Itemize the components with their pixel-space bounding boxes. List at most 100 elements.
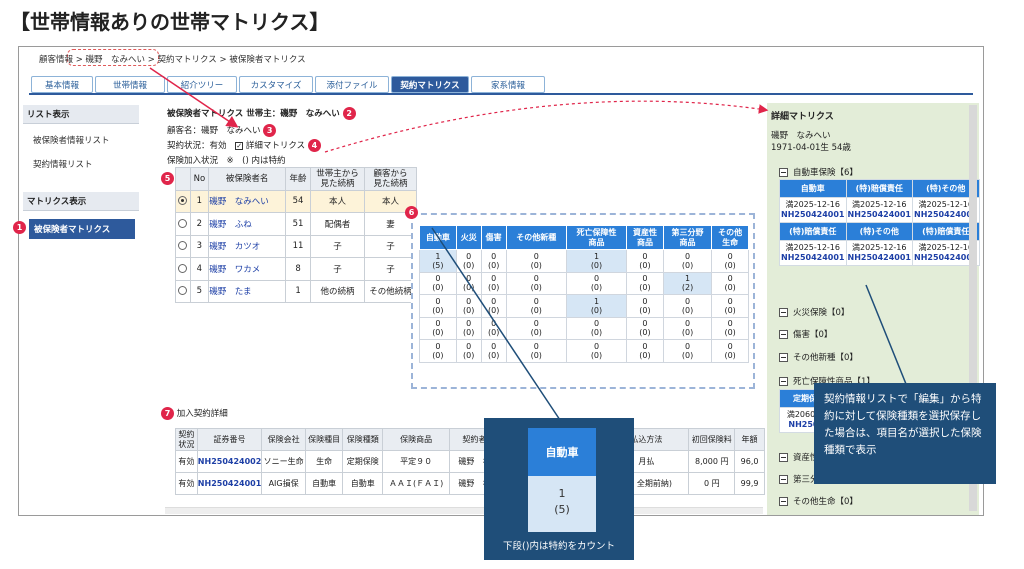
section-injury[interactable]: 傷害【0】 <box>779 328 832 340</box>
insured-name[interactable]: 磯野 ふね <box>208 212 287 236</box>
insured-row[interactable]: 1 磯野 なみへい 54 本人 本人 <box>175 189 417 213</box>
matrix-cell[interactable]: 0 (0) <box>662 339 713 363</box>
insured-name[interactable]: 磯野 なみへい <box>208 189 287 213</box>
matrix-cell[interactable]: 1 (2) <box>662 271 713 295</box>
matrix-cell[interactable]: 0 (0) <box>565 339 628 363</box>
radio-button[interactable] <box>178 241 188 251</box>
collapse-icon[interactable] <box>779 330 788 339</box>
row-radio[interactable] <box>175 257 191 281</box>
matrix-cell[interactable]: 0 (0) <box>662 294 713 318</box>
collapse-icon[interactable] <box>779 168 788 177</box>
detail-cell[interactable]: NH250424001 <box>196 472 263 495</box>
matrix-cell[interactable]: 0 (0) <box>455 339 482 363</box>
collapse-icon[interactable] <box>779 377 788 386</box>
matrix-cell[interactable]: 0 (0) <box>505 339 567 363</box>
detail-matrix-checkbox[interactable]: ✓ <box>235 141 244 150</box>
section-third[interactable]: 第三分 <box>779 473 819 485</box>
matrix-cell[interactable]: 0 (0) <box>419 316 457 340</box>
matrix-cell[interactable]: 1 (0) <box>565 294 628 318</box>
auto-grid-value[interactable]: 満2025-12-16 NH250424001 <box>779 240 847 266</box>
sidebar-item-insured-list[interactable]: 被保険者情報リスト <box>33 134 149 146</box>
sidebar-item-insured-matrix[interactable]: 被保険者マトリクス <box>29 219 135 239</box>
matrix-cell[interactable]: 0 (0) <box>662 316 713 340</box>
matrix-cell[interactable]: 0 (0) <box>711 339 749 363</box>
matrix-cell[interactable]: 0 (0) <box>419 339 457 363</box>
insured-row[interactable]: 5 磯野 たま 1 他の続柄 その他続柄 <box>175 279 417 303</box>
matrix-cell[interactable]: 0 (0) <box>455 271 482 295</box>
matrix-cell[interactable]: 1 (0) <box>565 249 628 273</box>
matrix-cell[interactable]: 0 (0) <box>626 249 664 273</box>
detail-row[interactable]: 有効 NH250424001 AIG損保 自動車 自動車 ＡＡＩ(ＦＡＩ) 磯野 なみ 含、全… <box>175 472 765 495</box>
matrix-cell[interactable]: 0 (0) <box>711 271 749 295</box>
matrix-cell[interactable]: 0 (0) <box>565 316 628 340</box>
detail-matrix-label[interactable]: 詳細マトリクス <box>246 141 305 151</box>
radio-button[interactable] <box>178 263 188 273</box>
tab-1[interactable]: 世帯情報 <box>95 76 165 93</box>
insured-row[interactable]: 3 磯野 カツオ 11 子子 <box>175 234 417 258</box>
matrix-cell[interactable]: 0 (0) <box>419 294 457 318</box>
detail-row[interactable]: 有効 NH250424002 ソニー生命 生命 定期保険 平定９０ 磯野 なみ 月払 8,000… <box>175 450 765 473</box>
matrix-cell[interactable]: 0 (0) <box>626 316 664 340</box>
matrix-cell[interactable]: 0 (0) <box>711 249 749 273</box>
matrix-cell[interactable]: 0 (0) <box>419 271 457 295</box>
section-other-life[interactable]: その他生命【0】 <box>779 495 858 507</box>
matrix-cell[interactable]: 0 (0) <box>626 271 664 295</box>
matrix-cell[interactable]: 0 (0) <box>455 294 482 318</box>
matrix-cell[interactable]: 0 (0) <box>662 249 713 273</box>
auto-grid-value[interactable]: 満2025-12-16 NH250424001 <box>845 197 913 223</box>
collapse-icon[interactable] <box>779 497 788 506</box>
collapse-icon[interactable] <box>779 353 788 362</box>
tab-5[interactable]: 契約マトリクス <box>391 76 469 93</box>
matrix-cell[interactable]: 0 (0) <box>480 294 507 318</box>
breadcrumb[interactable]: 顧客情報 > 磯野 なみへい > 契約マトリクス > 被保険者マトリクス <box>39 53 306 65</box>
row-radio[interactable] <box>175 212 191 236</box>
tab-0[interactable]: 基本情報 <box>31 76 93 93</box>
matrix-cell[interactable]: 1 (5) <box>419 249 457 273</box>
insured-row[interactable]: 4 磯野 ワカメ 8 子子 <box>175 257 417 281</box>
matrix-cell[interactable]: 0 (0) <box>626 339 664 363</box>
auto-grid-value[interactable]: 満2025-12-16 NH250424001 <box>779 197 847 223</box>
matrix-cell[interactable]: 0 (0) <box>455 316 482 340</box>
collapse-icon[interactable] <box>779 453 788 462</box>
detail-cell[interactable]: NH250424002 <box>196 450 263 473</box>
matrix-cell[interactable]: 0 (0) <box>505 294 567 318</box>
insured-name[interactable]: 磯野 カツオ <box>208 234 287 258</box>
matrix-cell[interactable]: 0 (0) <box>480 339 507 363</box>
detail-header: 保険種類 <box>342 428 383 451</box>
matrix-cell[interactable]: 0 (0) <box>711 316 749 340</box>
collapse-icon[interactable] <box>779 475 788 484</box>
section-other-new[interactable]: その他新種【0】 <box>779 351 858 363</box>
matrix-cell[interactable]: 0 (0) <box>480 249 507 273</box>
radio-button[interactable] <box>178 196 188 206</box>
detail-cell: AIG損保 <box>261 472 306 495</box>
matrix-cell[interactable]: 0 (0) <box>480 316 507 340</box>
tab-6[interactable]: 家系情報 <box>471 76 545 93</box>
sidebar-item-contract-list[interactable]: 契約情報リスト <box>33 158 149 170</box>
auto-grid-value[interactable]: 満2025-12-16 NH250424001 <box>845 240 913 266</box>
matrix-cell[interactable]: 0 (0) <box>455 249 482 273</box>
matrix-cell[interactable]: 0 (0) <box>505 249 567 273</box>
collapse-icon[interactable] <box>779 308 788 317</box>
row-radio[interactable] <box>175 189 191 213</box>
row-radio[interactable] <box>175 234 191 258</box>
tab-3[interactable]: カスタマイズ <box>239 76 313 93</box>
section-asset[interactable]: 資産性 <box>779 451 819 463</box>
section-fire[interactable]: 火災保険【0】 <box>779 306 849 318</box>
matrix-cell[interactable]: 0 (0) <box>480 271 507 295</box>
detail-header: 保険会社 <box>261 428 306 451</box>
radio-button[interactable] <box>178 286 188 296</box>
insured-name[interactable]: 磯野 たま <box>208 279 287 303</box>
insured-name[interactable]: 磯野 ワカメ <box>208 257 287 281</box>
matrix-cell[interactable]: 0 (0) <box>565 271 628 295</box>
tab-2[interactable]: 紹介ツリー <box>167 76 237 93</box>
horizontal-scrollbar[interactable] <box>165 507 763 514</box>
matrix-cell[interactable]: 0 (0) <box>626 294 664 318</box>
matrix-cell[interactable]: 0 (0) <box>505 271 567 295</box>
radio-button[interactable] <box>178 218 188 228</box>
matrix-cell[interactable]: 0 (0) <box>711 294 749 318</box>
insured-row[interactable]: 2 磯野 ふね 51 配偶者妻 <box>175 212 417 236</box>
tab-4[interactable]: 添付ファイル <box>315 76 389 93</box>
row-radio[interactable] <box>175 279 191 303</box>
matrix-cell[interactable]: 0 (0) <box>505 316 567 340</box>
section-auto[interactable]: 自動車保険【6】 <box>779 166 858 178</box>
